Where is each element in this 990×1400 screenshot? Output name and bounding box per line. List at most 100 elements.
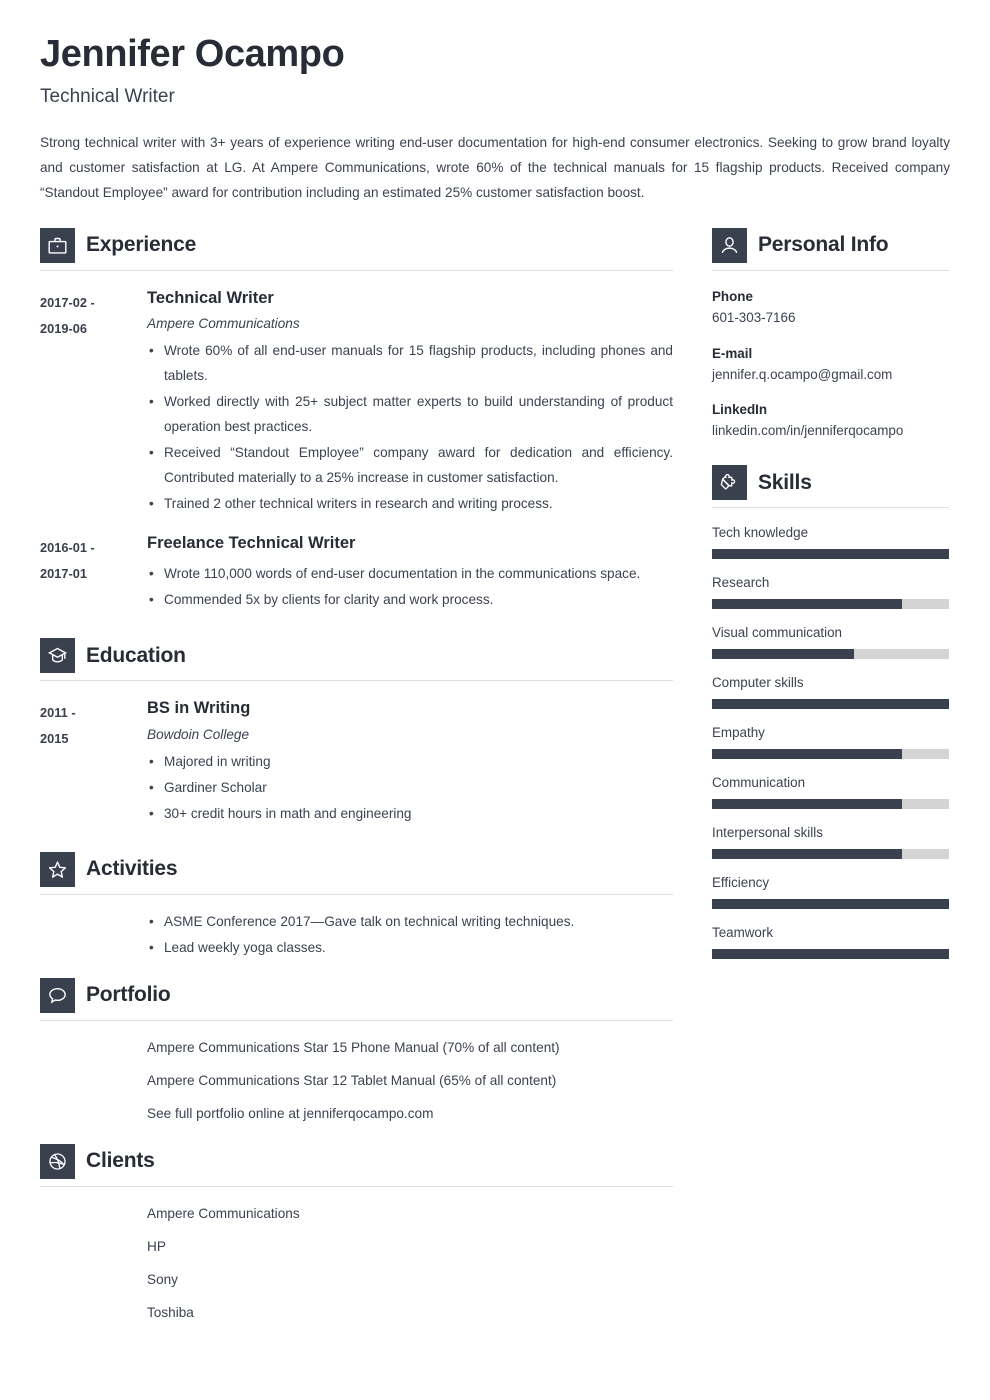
graduation-cap-icon xyxy=(40,638,75,674)
skill-label: Research xyxy=(712,575,770,591)
skill-label: Teamwork xyxy=(712,925,774,941)
list-item: Wrote 60% of all end-user manuals for 15… xyxy=(147,338,673,388)
skill-label: Tech knowledge xyxy=(712,525,809,541)
skill-label: Communication xyxy=(712,775,806,791)
info-field-phone: Phone 601-303-7166 xyxy=(712,289,949,328)
skill-bar-fill xyxy=(712,849,902,860)
entry-school: Bowdoin College xyxy=(147,726,250,742)
skill-bar-fill xyxy=(712,549,949,560)
section-divider xyxy=(40,680,673,682)
experience-entry: 2017-02 - 2019-06 Technical Writer Amper… xyxy=(40,288,673,517)
list-item: Toshiba xyxy=(147,1304,194,1320)
list-item: Worked directly with 25+ subject matter … xyxy=(147,389,673,439)
entry-role: Freelance Technical Writer xyxy=(147,534,356,553)
info-value: 601-303-7166 xyxy=(712,309,796,325)
skill-bar-track xyxy=(712,549,949,560)
skill-bar-track xyxy=(712,949,949,960)
skill-bar-fill xyxy=(712,899,949,910)
clients-list: Ampere Communications HP Sony Toshiba xyxy=(40,1201,673,1325)
speech-bubble-icon xyxy=(40,977,75,1013)
skill-label: Visual communication xyxy=(712,625,843,641)
briefcase-icon xyxy=(40,227,75,263)
dribbble-ball-icon xyxy=(40,1143,75,1179)
skill-bar-track xyxy=(712,599,949,610)
list-item: Wrote 110,000 words of end-user document… xyxy=(147,561,673,586)
list-item: Ampere Communications Star 15 Phone Manu… xyxy=(147,1039,560,1055)
section-divider xyxy=(40,893,673,895)
entry-date-start: 2011 - xyxy=(40,705,76,721)
entry-date-end: 2017-01 xyxy=(40,566,87,582)
entry-bullet-list: Wrote 110,000 words of end-user document… xyxy=(147,561,673,612)
skill-label: Empathy xyxy=(712,725,765,741)
skill-bar-track xyxy=(712,699,949,710)
section-divider xyxy=(712,269,949,271)
list-item: See full portfolio online at jenniferqoc… xyxy=(147,1105,434,1121)
info-label: Phone xyxy=(712,288,753,304)
entry-organization: Ampere Communications xyxy=(147,316,300,332)
list-item: Lead weekly yoga classes. xyxy=(147,935,673,960)
section-divider xyxy=(40,269,673,271)
section-title-portfolio: Portfolio xyxy=(86,983,171,1007)
section-title-experience: Experience xyxy=(86,233,197,257)
education-entry: 2011 - 2015 BS in Writing Bowdoin Colleg… xyxy=(40,698,673,826)
list-item: Sony xyxy=(147,1271,178,1287)
section-divider xyxy=(40,1019,673,1021)
entry-dates: 2011 - 2015 xyxy=(40,698,147,826)
section-portfolio: Portfolio Ampere Communications Star 15 … xyxy=(40,977,673,1126)
person-icon xyxy=(712,227,747,263)
section-heading-education: Education xyxy=(40,638,673,674)
experience-entry: 2016-01 - 2017-01 Freelance Technical Wr… xyxy=(40,533,673,612)
section-title-activities: Activities xyxy=(86,857,178,881)
entry-degree: BS in Writing xyxy=(147,699,251,718)
entry-body: Freelance Technical Writer Wrote 110,000… xyxy=(147,533,673,612)
professional-summary: Strong technical writer with 3+ years of… xyxy=(40,134,950,200)
section-heading-skills: Skills xyxy=(712,465,949,501)
list-item: Commended 5x by clients for clarity and … xyxy=(147,587,673,612)
skill-item: Computer skills xyxy=(712,675,949,710)
skill-item: Efficiency xyxy=(712,875,949,910)
skill-item: Communication xyxy=(712,775,949,810)
section-activities: Activities ASME Conference 2017—Gave tal… xyxy=(40,851,673,960)
skill-item: Interpersonal skills xyxy=(712,825,949,860)
skill-item: Empathy xyxy=(712,725,949,760)
section-divider xyxy=(712,507,949,509)
skill-bar-fill xyxy=(712,649,855,660)
info-field-email: E-mail jennifer.q.ocampo@gmail.com xyxy=(712,346,949,385)
skill-bar-fill xyxy=(712,749,902,760)
entry-dates: 2016-01 - 2017-01 xyxy=(40,533,147,612)
skills-list: Tech knowledge Research Visual communica… xyxy=(712,525,949,960)
list-item: 30+ credit hours in math and engineering xyxy=(147,801,673,826)
section-title-clients: Clients xyxy=(86,1149,155,1173)
skill-item: Research xyxy=(712,575,949,610)
entry-dates: 2017-02 - 2019-06 xyxy=(40,288,147,517)
skill-bar-track xyxy=(712,649,949,660)
skill-label: Interpersonal skills xyxy=(712,825,823,841)
info-value: jennifer.q.ocampo@gmail.com xyxy=(712,366,893,382)
content-columns: Experience 2017-02 - 2019-06 Technical W… xyxy=(40,227,950,1333)
entry-body: Technical Writer Ampere Communications W… xyxy=(147,288,673,517)
section-heading-experience: Experience xyxy=(40,227,673,263)
section-experience: Experience 2017-02 - 2019-06 Technical W… xyxy=(40,227,673,612)
skill-bar-track xyxy=(712,899,949,910)
puzzle-piece-icon xyxy=(712,465,747,501)
resume-header: Jennifer Ocampo Technical Writer Strong … xyxy=(40,33,950,205)
skill-bar-track xyxy=(712,749,949,760)
section-heading-portfolio: Portfolio xyxy=(40,977,673,1013)
entry-date-start: 2017-02 - xyxy=(40,294,95,310)
section-title-personal-info: Personal Info xyxy=(758,233,889,257)
skill-label: Efficiency xyxy=(712,875,770,891)
activities-list: ASME Conference 2017—Gave talk on techni… xyxy=(147,909,673,960)
section-heading-activities: Activities xyxy=(40,851,673,887)
skill-item: Teamwork xyxy=(712,925,949,960)
skill-bar-fill xyxy=(712,699,949,710)
list-item: Ampere Communications xyxy=(147,1205,300,1221)
list-item: HP xyxy=(147,1238,166,1254)
info-label: E-mail xyxy=(712,345,753,361)
skill-bar-fill xyxy=(712,799,902,810)
section-heading-personal-info: Personal Info xyxy=(712,227,949,263)
left-column: Experience 2017-02 - 2019-06 Technical W… xyxy=(40,227,673,1333)
right-column: Personal Info Phone 601-303-7166 E-mail … xyxy=(712,227,949,975)
list-item: Received “Standout Employee” company awa… xyxy=(147,440,673,490)
page-title: Jennifer Ocampo xyxy=(40,33,345,75)
section-divider xyxy=(40,1185,673,1187)
